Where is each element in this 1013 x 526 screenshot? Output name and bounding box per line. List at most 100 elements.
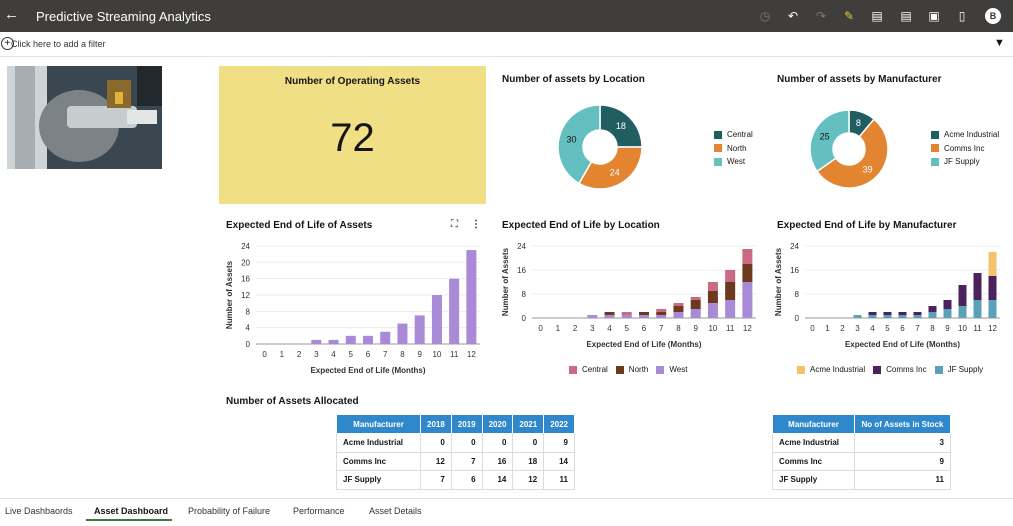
bar-segment[interactable] <box>883 312 892 315</box>
bar-segment[interactable] <box>725 270 736 282</box>
more-options-icon[interactable]: ⋮ <box>471 219 481 230</box>
bar-segment[interactable] <box>621 315 632 318</box>
bar-segment[interactable] <box>604 315 615 318</box>
eol-manufacturer-chart[interactable]: 0816240 1 2 3 4 5 6 7 8 9 10 11 12Expected End of Li… <box>774 240 1005 352</box>
bar[interactable] <box>311 339 322 344</box>
bar-segment[interactable] <box>943 300 952 309</box>
bar[interactable] <box>380 331 391 344</box>
bar-segment[interactable] <box>868 315 877 318</box>
bar-segment[interactable] <box>988 276 997 300</box>
bar-segment[interactable] <box>656 309 667 312</box>
legend-comms[interactable]: Comms Inc <box>873 363 927 377</box>
bar-segment[interactable] <box>928 306 937 312</box>
bar-segment[interactable] <box>673 312 684 318</box>
bar-segment[interactable] <box>988 252 997 276</box>
filter-placeholder[interactable]: Click here to add a filter <box>11 39 106 49</box>
bar-segment[interactable] <box>973 273 982 300</box>
bar-segment[interactable] <box>656 312 667 315</box>
bar-segment[interactable] <box>690 309 701 318</box>
legend-west[interactable]: West <box>714 155 753 169</box>
bar-segment[interactable] <box>913 315 922 318</box>
bar[interactable] <box>449 278 460 344</box>
legend-north[interactable]: North <box>714 142 753 156</box>
tab-probability-of-failure[interactable]: Probability of Failure <box>188 506 270 516</box>
bar-segment[interactable] <box>639 312 649 315</box>
bar-segment[interactable] <box>639 315 649 318</box>
undo-icon[interactable]: ↶ <box>783 6 803 26</box>
manufacturer-pie-chart[interactable]: 8 39 25 <box>809 109 889 189</box>
bar-segment[interactable] <box>707 282 718 291</box>
refresh-icon[interactable]: ◷ <box>755 6 775 26</box>
bar-segment[interactable] <box>958 285 967 306</box>
stock-header-cell[interactable]: Manufacturer <box>772 414 855 434</box>
back-arrow-icon[interactable]: ← <box>4 6 19 24</box>
bar-segment[interactable] <box>587 315 598 318</box>
allocated-header-cell[interactable]: 2021 <box>512 414 545 434</box>
tab-asset-dashboard[interactable]: Asset Dashboard <box>94 506 168 516</box>
bar-segment[interactable] <box>958 306 967 318</box>
bar-segment[interactable] <box>928 312 937 318</box>
tab-live-dashboards[interactable]: Live Dashbaords <box>5 506 73 516</box>
bar[interactable] <box>397 323 408 344</box>
bar[interactable] <box>328 339 339 344</box>
legend-acme[interactable]: Acme Industrial <box>931 128 999 142</box>
data-icon[interactable]: ▤ <box>867 6 887 26</box>
bar-segment[interactable] <box>673 303 684 306</box>
comment-icon[interactable]: ▤ <box>896 6 916 26</box>
tab-performance[interactable]: Performance <box>293 506 345 516</box>
bar-segment[interactable] <box>725 282 736 300</box>
legend-central[interactable]: Central <box>569 363 608 377</box>
bar-segment[interactable] <box>853 315 862 318</box>
bar-segment[interactable] <box>898 312 907 315</box>
bar-segment[interactable] <box>868 312 877 315</box>
bar-segment[interactable] <box>742 282 753 318</box>
bar-segment[interactable] <box>742 264 753 282</box>
allocated-header-cell[interactable]: 2020 <box>481 414 514 434</box>
bar-segment[interactable] <box>742 249 753 264</box>
bar-segment[interactable] <box>690 297 701 300</box>
bar-segment[interactable] <box>973 300 982 318</box>
filter-funnel-icon[interactable]: ▼ <box>994 37 1005 49</box>
edit-icon[interactable]: ✎ <box>839 6 859 26</box>
bar-segment[interactable] <box>656 315 667 318</box>
legend-jf[interactable]: JF Supply <box>934 363 983 377</box>
bar-segment[interactable] <box>883 315 892 318</box>
bar[interactable] <box>414 315 425 344</box>
legend-comms[interactable]: Comms Inc <box>931 142 999 156</box>
tab-asset-details[interactable]: Asset Details <box>369 506 422 516</box>
legend-jf[interactable]: JF Supply <box>931 155 999 169</box>
legend-north[interactable]: North <box>615 363 648 377</box>
eol-assets-chart[interactable]: 048121620240 1 2 3 4 5 6 7 8 9 10 11 12Expected End … <box>222 238 482 378</box>
redo-icon[interactable]: ↷ <box>811 6 831 26</box>
stock-header-cell[interactable]: No of Assets in Stock <box>854 414 951 434</box>
allocated-header-cell[interactable]: 2019 <box>450 414 483 434</box>
bar[interactable] <box>431 295 442 344</box>
legend-acme[interactable]: Acme Industrial <box>797 363 865 377</box>
bar-segment[interactable] <box>621 312 632 315</box>
bar[interactable] <box>363 335 373 344</box>
location-pie-chart[interactable]: 18 24 30 <box>557 104 643 190</box>
bar[interactable] <box>345 335 356 344</box>
bar-segment[interactable] <box>988 300 997 318</box>
operating-assets-kpi[interactable]: Number of Operating Assets 72 <box>219 66 486 204</box>
present-icon[interactable]: ▣ <box>924 6 944 26</box>
bar-segment[interactable] <box>673 306 684 312</box>
bookmark-icon[interactable]: ▯ <box>952 6 972 26</box>
bar[interactable] <box>466 250 477 344</box>
bar-segment[interactable] <box>707 303 718 318</box>
bar-segment[interactable] <box>943 309 952 318</box>
legend-west[interactable]: West <box>656 363 687 377</box>
bar-segment[interactable] <box>898 315 907 318</box>
allocated-header-cell[interactable]: 2022 <box>543 414 575 434</box>
eol-location-chart[interactable]: 0816240 1 2 3 4 5 6 7 8 9 10 11 12Expected End of Li… <box>500 240 760 352</box>
bar-segment[interactable] <box>690 300 701 309</box>
bar-segment[interactable] <box>913 312 922 315</box>
bar-segment[interactable] <box>707 291 718 303</box>
expand-icon[interactable]: ⛶ <box>451 219 458 230</box>
avatar[interactable]: B <box>985 8 1001 24</box>
allocated-header-cell[interactable]: Manufacturer <box>336 414 421 434</box>
allocated-header-cell[interactable]: 2018 <box>420 414 452 434</box>
bar-segment[interactable] <box>604 312 615 315</box>
bar-segment[interactable] <box>725 300 736 318</box>
legend-central[interactable]: Central <box>714 128 753 142</box>
